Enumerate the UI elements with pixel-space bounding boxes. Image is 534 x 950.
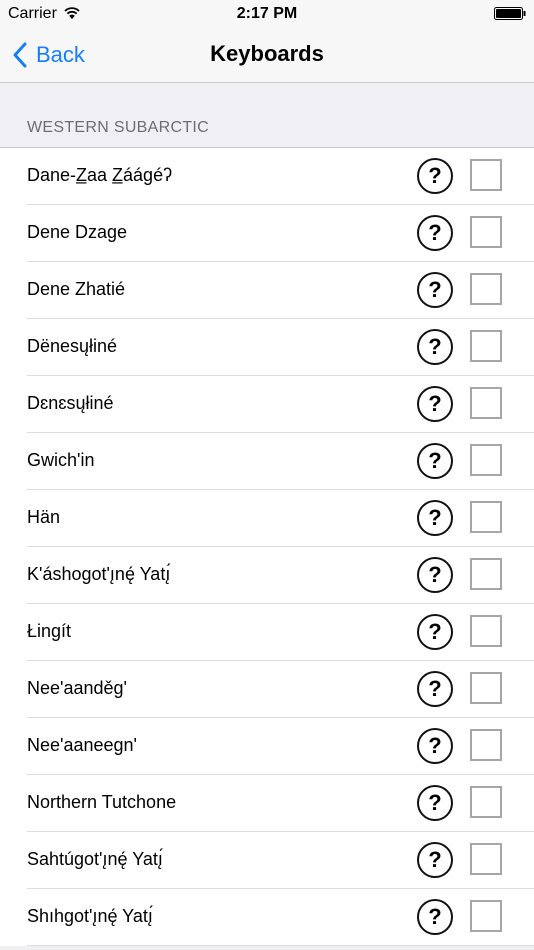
keyboard-checkbox[interactable] [470, 558, 502, 590]
keyboard-name: Nee'aanděg' [27, 678, 127, 698]
keyboard-checkbox[interactable] [470, 501, 502, 533]
help-icon[interactable]: ? [417, 614, 453, 650]
list-item[interactable]: Dënesųłiné? [27, 319, 534, 376]
page-title: Keyboards [210, 41, 324, 66]
keyboard-name: Shıhgot'ı̨nę́ Yatı̨́ [27, 906, 153, 926]
keyboard-checkbox[interactable] [470, 387, 502, 419]
keyboard-name: Northern Tutchone [27, 792, 177, 812]
help-icon[interactable]: ? [417, 272, 453, 308]
keyboard-name: Dane-Z̲aa Z̲áágéʔ [27, 165, 173, 185]
keyboard-name: Gwich'in [27, 450, 95, 470]
help-icon[interactable]: ? [417, 215, 453, 251]
help-icon[interactable]: ? [417, 785, 453, 821]
status-time: 2:17 PM [236, 5, 298, 22]
keyboard-name: Łingít [27, 621, 72, 641]
help-icon[interactable]: ? [417, 842, 453, 878]
help-icon[interactable]: ? [417, 728, 453, 764]
help-icon[interactable]: ? [417, 158, 453, 194]
help-icon[interactable]: ? [417, 671, 453, 707]
keyboard-name: Dɛnɛsųłiné [27, 393, 114, 413]
keyboard-list: Dane-Z̲aa Z̲áágéʔ? Dene Dzage? Dene Zhatié… [0, 147, 534, 946]
keyboard-name: Nee'aaneegn' [27, 735, 137, 755]
list-item[interactable]: Sahtúgot'ı̨nę́ Yatı̨́? [27, 832, 534, 889]
keyboard-checkbox[interactable] [470, 615, 502, 647]
keyboard-name: Dene Dzage [27, 222, 128, 242]
list-item[interactable]: Northern Tutchone? [27, 775, 534, 832]
list-item[interactable]: Nee'aanděg'? [27, 661, 534, 718]
keyboard-checkbox[interactable] [470, 330, 502, 362]
list-item[interactable]: Łingít? [27, 604, 534, 661]
help-icon[interactable]: ? [417, 899, 453, 935]
keyboard-name: Sahtúgot'ı̨nę́ Yatı̨́ [27, 849, 163, 869]
keyboard-checkbox[interactable] [470, 900, 502, 932]
list-item[interactable]: Dɛnɛsųłiné? [27, 376, 534, 433]
keyboard-checkbox[interactable] [470, 786, 502, 818]
keyboard-name: Dene Zhatié [27, 279, 126, 299]
keyboard-checkbox[interactable] [470, 729, 502, 761]
list-item[interactable]: Gwich'in? [27, 433, 534, 490]
keyboard-checkbox[interactable] [470, 843, 502, 875]
help-icon[interactable]: ? [417, 557, 453, 593]
help-icon[interactable]: ? [417, 443, 453, 479]
keyboard-checkbox[interactable] [470, 444, 502, 476]
list-item[interactable]: K'áshogot'ı̨nę́ Yatı̨́? [27, 547, 534, 604]
list-item[interactable]: Dene Zhatié? [27, 262, 534, 319]
list-item[interactable]: Dene Dzage? [27, 205, 534, 262]
list-item[interactable]: Hän? [27, 490, 534, 547]
keyboard-checkbox[interactable] [470, 672, 502, 704]
keyboard-name: Hän [27, 507, 61, 527]
help-icon[interactable]: ? [417, 329, 453, 365]
keyboard-name: K'áshogot'ı̨nę́ Yatı̨́ [27, 564, 171, 584]
navigation-bar: Back Keyboards [0, 28, 534, 83]
help-icon[interactable]: ? [417, 500, 453, 536]
list-item[interactable]: Shıhgot'ı̨nę́ Yatı̨́? [27, 889, 534, 946]
keyboard-checkbox[interactable] [470, 273, 502, 305]
section-header: WESTERN SUBARCTIC [27, 119, 209, 136]
help-icon[interactable]: ? [417, 386, 453, 422]
status-bar: Carrier 2:17 PM [0, 0, 534, 28]
list-item[interactable]: Dane-Z̲aa Z̲áágéʔ? [27, 148, 534, 205]
battery-icon [494, 7, 526, 20]
list-item[interactable]: Nee'aaneegn'? [27, 718, 534, 775]
keyboard-name: Dënesųłiné [27, 336, 118, 356]
keyboard-checkbox[interactable] [470, 159, 502, 191]
keyboard-checkbox[interactable] [470, 216, 502, 248]
